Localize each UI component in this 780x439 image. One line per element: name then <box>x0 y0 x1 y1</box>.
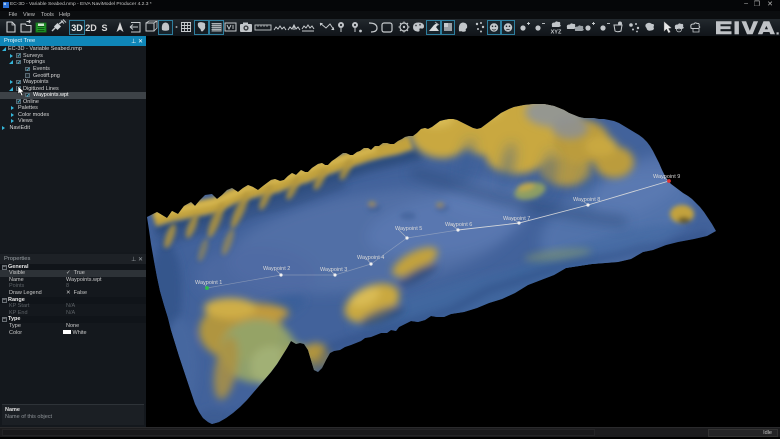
svg-text:Waypoint 3: Waypoint 3 <box>320 267 347 273</box>
svg-text:Waypoint 5: Waypoint 5 <box>395 226 422 232</box>
svg-text:Waypoint 9: Waypoint 9 <box>653 174 680 180</box>
svg-text:Waypoint 4: Waypoint 4 <box>357 255 384 261</box>
svg-text:XYZ: XYZ <box>551 30 562 36</box>
svg-text:Waypoint 6: Waypoint 6 <box>445 222 472 228</box>
svg-text:S: S <box>101 23 107 33</box>
svg-text:Waypoint 1: Waypoint 1 <box>195 280 222 286</box>
svg-text:Waypoint 7: Waypoint 7 <box>503 216 530 222</box>
svg-text:2D: 2D <box>85 23 97 33</box>
svg-text:3D: 3D <box>71 23 83 33</box>
svg-text:Waypoint 2: Waypoint 2 <box>263 266 290 272</box>
svg-text:Waypoint 8: Waypoint 8 <box>573 197 600 203</box>
